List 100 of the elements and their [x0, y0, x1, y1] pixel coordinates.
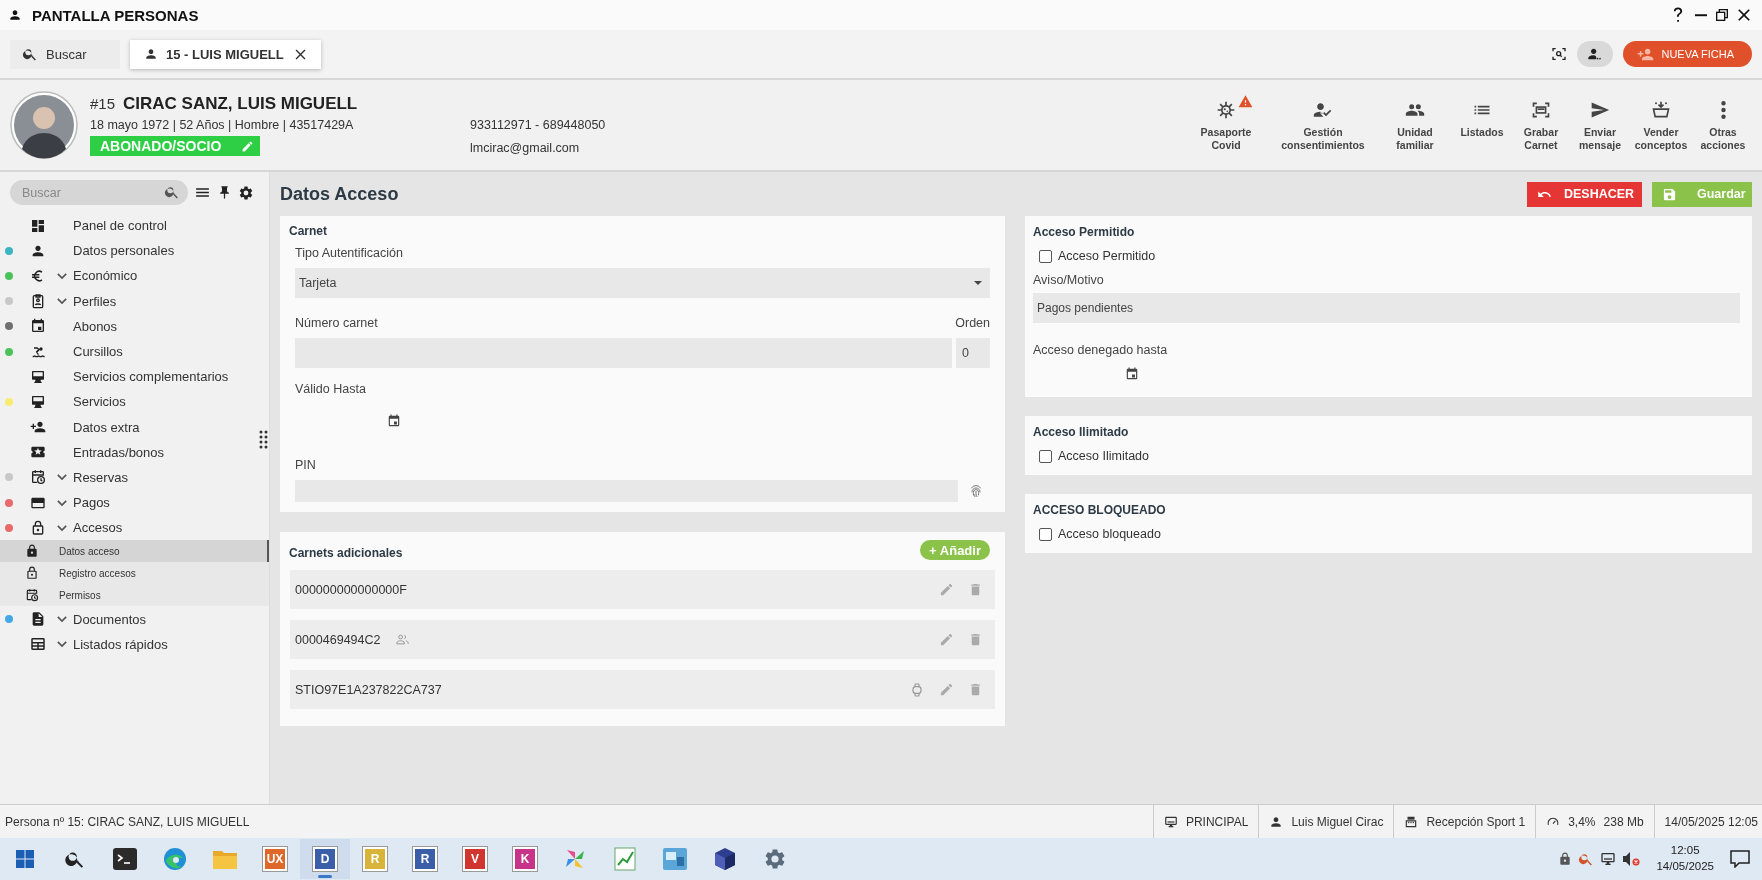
- taskbar-button[interactable]: V: [450, 839, 500, 879]
- person-menu-button[interactable]: [1577, 41, 1614, 67]
- checkbox[interactable]: Acceso Permitido: [1039, 249, 1742, 263]
- table-icon: [30, 636, 46, 653]
- cube-icon: [713, 847, 737, 871]
- folder-icon: [213, 849, 237, 869]
- person-details: 18 mayo 1972 | 52 Años | Hombre | 43517429A: [90, 118, 355, 132]
- input-field[interactable]: Pagos pendientes: [1033, 293, 1740, 323]
- sidebar-subitem[interactable]: Registro accesos: [0, 562, 269, 585]
- id-badge-icon: [30, 293, 46, 310]
- avatar: [10, 91, 78, 159]
- tab[interactable]: Buscar: [10, 39, 120, 69]
- save-icon: [1662, 186, 1677, 202]
- edit-icon: [241, 139, 254, 153]
- cpu-usage: 3,4%: [1568, 814, 1596, 829]
- undo-button[interactable]: DESHACER: [1527, 181, 1642, 207]
- sidebar-item[interactable]: Cursillos: [0, 338, 255, 365]
- image-icon: [663, 848, 687, 870]
- taskbar-button[interactable]: R: [400, 839, 450, 879]
- app-icon: R: [413, 847, 437, 871]
- fingerprint-icon[interactable]: [968, 483, 984, 499]
- more-icon: [1719, 99, 1727, 120]
- action-button[interactable]: Vender conceptos: [1628, 99, 1694, 153]
- sidebar-item[interactable]: Económico: [0, 263, 255, 289]
- calendar-clock-icon: [25, 588, 39, 603]
- action-button[interactable]: Grabar Carnet: [1510, 99, 1572, 153]
- card-title: Carnets adicionales: [289, 546, 403, 560]
- group-icon: [394, 632, 410, 647]
- field-label: Válido Hasta: [295, 382, 367, 396]
- computer-icon: [1163, 814, 1178, 829]
- card-code: 0000469494C2: [295, 632, 381, 647]
- action-button[interactable]: Otras acciones: [1694, 99, 1752, 153]
- virus-icon: [1216, 99, 1236, 120]
- select-field[interactable]: Tarjeta: [295, 268, 990, 298]
- sidebar-item[interactable]: Pagos: [0, 490, 255, 516]
- sidebar-item[interactable]: Servicios: [0, 389, 255, 415]
- action-button[interactable]: Unidad familiar: [1376, 99, 1454, 153]
- sidebar-item[interactable]: Perfiles: [0, 288, 255, 314]
- clock-date: 14/05/2025: [1656, 859, 1714, 874]
- action-button[interactable]: Listados: [1454, 99, 1510, 139]
- notification-icon[interactable]: [1730, 850, 1750, 868]
- settings-icon[interactable]: [238, 184, 254, 201]
- person-name: CIRAC SANZ, LUIS MIGUELL: [123, 94, 358, 114]
- sidebar-item[interactable]: Servicios complementarios: [0, 364, 255, 390]
- lock-icon: [25, 566, 39, 581]
- face-scan-icon[interactable]: [1551, 46, 1568, 62]
- calendar-icon[interactable]: [387, 414, 401, 428]
- phone-text: 933112971 - 689448050: [470, 117, 606, 132]
- person-icon: [1587, 46, 1604, 62]
- new-record-button[interactable]: NUEVA FICHA: [1623, 41, 1752, 67]
- action-button[interactable]: Pasaporte Covid: [1182, 99, 1270, 153]
- watch-icon: [909, 681, 925, 698]
- drag-handle-icon[interactable]: [258, 429, 269, 450]
- sidebar-item[interactable]: Entradas/bonos: [0, 439, 255, 465]
- sidebar-subitem[interactable]: Datos acceso: [0, 540, 269, 563]
- document-icon: [30, 611, 46, 628]
- sidebar-item[interactable]: Panel de control: [0, 213, 255, 239]
- sidebar-item[interactable]: Abonos: [0, 313, 255, 339]
- card-title: Acceso Permitido: [1033, 225, 1136, 239]
- checkbox[interactable]: Acceso bloqueado: [1039, 527, 1742, 541]
- speaker-muted-icon[interactable]: [1622, 851, 1641, 867]
- checkbox[interactable]: Acceso Ilimitado: [1039, 449, 1742, 463]
- monitor-icon: [30, 368, 46, 385]
- app-icon: D: [313, 847, 337, 871]
- email-text: lmcirac@gmail.com: [470, 140, 581, 155]
- sidebar-item[interactable]: Reservas: [0, 464, 255, 491]
- sidebar-item[interactable]: Documentos: [0, 606, 255, 632]
- tab[interactable]: 15 - LUIS MIGUELL: [130, 39, 321, 69]
- card-code: STIO97E1A237822CA737: [295, 682, 442, 697]
- sidebar-item[interactable]: Accesos: [0, 515, 255, 541]
- memory-usage: 238 Mb: [1603, 814, 1644, 829]
- field-label: Aviso/Motivo: [1033, 273, 1105, 287]
- taskbar-button[interactable]: K: [500, 839, 550, 879]
- field-label: Tipo Autentificación: [295, 246, 404, 260]
- calendar-icon[interactable]: [1125, 367, 1139, 381]
- sidebar-item[interactable]: Datos personales: [0, 238, 255, 264]
- restore-icon[interactable]: [1714, 7, 1730, 23]
- app-icon: V: [463, 847, 487, 871]
- basket-icon: [1651, 99, 1671, 120]
- card-title: Acceso Ilimitado: [1033, 425, 1130, 439]
- pin-icon[interactable]: [217, 185, 232, 200]
- field-label: Orden: [955, 316, 990, 330]
- calendar-icon: [30, 318, 46, 335]
- app-icon: K: [513, 847, 537, 871]
- search-field[interactable]: Buscar: [10, 180, 188, 205]
- search-icon: [22, 46, 38, 62]
- input-field[interactable]: 0: [956, 338, 990, 368]
- user-name: Luis Miguel Cirac: [1291, 814, 1384, 829]
- date-time: 14/05/2025 12:05: [1664, 814, 1758, 829]
- sidebar-subitem[interactable]: Permisos: [0, 584, 269, 607]
- sidebar-item[interactable]: Datos extra: [0, 414, 255, 440]
- app-icon: R: [363, 847, 387, 871]
- action-button[interactable]: Gestión consentimientos: [1270, 99, 1376, 153]
- action-button[interactable]: Enviar mensaje: [1572, 99, 1628, 153]
- network-icon[interactable]: [1600, 851, 1617, 867]
- taskbar-button[interactable]: D: [300, 839, 350, 879]
- record-number: #15: [90, 95, 116, 112]
- monitor-icon: [30, 393, 46, 410]
- magnifier-icon[interactable]: [1578, 851, 1595, 867]
- sidebar-item[interactable]: Listados rápidos: [0, 631, 255, 657]
